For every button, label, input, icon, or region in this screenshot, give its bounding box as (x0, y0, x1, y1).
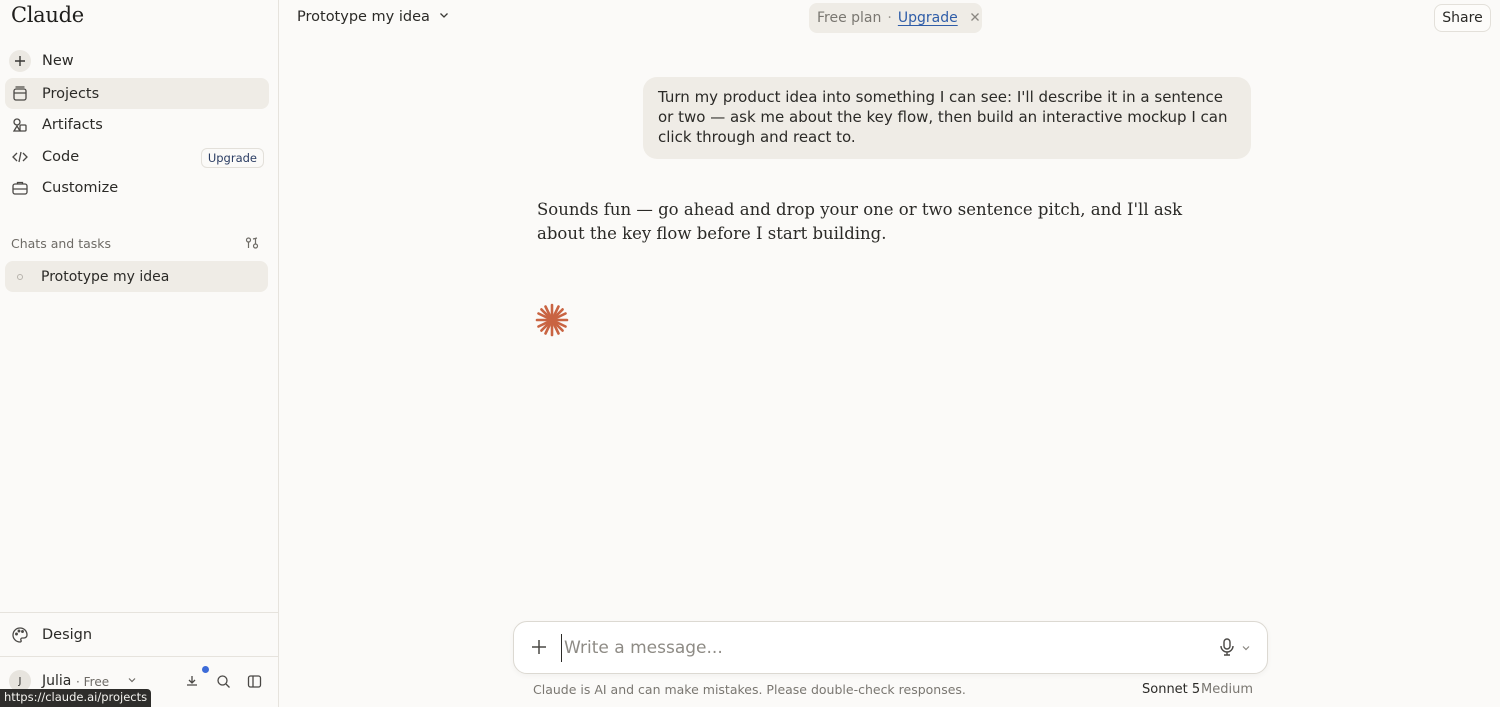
assistant-message: Sounds fun — go ahead and drop your one … (537, 200, 1183, 243)
sidebar-item-customize[interactable]: Customize (5, 172, 269, 203)
sidebar-item-label: Projects (42, 85, 100, 102)
search-icon[interactable] (216, 674, 231, 693)
plan-label: Free plan (817, 10, 882, 26)
disclaimer-text: Claude is AI and can make mistakes. Plea… (533, 682, 966, 697)
close-icon[interactable] (970, 10, 980, 26)
plan-separator: · (887, 10, 892, 26)
sidebar-item-design[interactable]: Design (5, 620, 269, 649)
chevron-down-icon (438, 9, 450, 25)
chat-item-prototype[interactable]: Prototype my idea (5, 261, 268, 292)
chat-item-label: Prototype my idea (41, 268, 170, 285)
plan-banner: Free plan · Upgrade (809, 3, 982, 33)
sidebar: Claude New Projects Artifacts Code Upgra… (0, 0, 279, 707)
message-input[interactable] (561, 634, 1201, 662)
attach-plus-icon[interactable] (530, 638, 548, 660)
chevron-down-icon[interactable] (126, 674, 138, 690)
user-message: Turn my product idea into something I ca… (643, 77, 1251, 159)
chat-status-icon (17, 273, 23, 280)
projects-icon (9, 83, 31, 105)
sidebar-item-label: Customize (42, 179, 119, 196)
sidebar-item-label: New (42, 52, 74, 69)
code-icon (9, 146, 31, 168)
claude-spark-icon (535, 303, 569, 341)
share-button[interactable]: Share (1434, 4, 1491, 32)
code-upgrade-badge[interactable]: Upgrade (200, 148, 264, 168)
chats-section-label: Chats and tasks (11, 236, 112, 251)
sidebar-item-projects[interactable]: Projects (5, 78, 269, 109)
user-name: Julia (42, 673, 72, 689)
chevron-down-icon[interactable] (1241, 641, 1251, 657)
status-url-tooltip: https://claude.ai/projects (0, 689, 152, 707)
palette-icon (9, 624, 31, 646)
sidebar-item-label: Code (42, 148, 80, 165)
message-composer (513, 621, 1268, 674)
plus-icon (9, 49, 31, 72)
sidebar-item-code[interactable]: Code Upgrade (5, 141, 269, 172)
chat-title-menu[interactable]: Prototype my idea (297, 9, 450, 25)
sidebar-divider (0, 656, 279, 657)
claude-logo[interactable]: Claude (11, 3, 84, 27)
sidebar-item-label: Design (42, 626, 93, 643)
user-plan: · Free (76, 675, 110, 689)
sidebar-divider (0, 612, 279, 613)
download-icon[interactable] (185, 674, 199, 692)
artifacts-icon (9, 114, 31, 136)
filter-icon[interactable] (244, 235, 260, 255)
sidebar-item-new[interactable]: New (5, 45, 269, 76)
sidebar-item-artifacts[interactable]: Artifacts (5, 109, 269, 140)
model-selector[interactable]: Sonnet 5 (1142, 682, 1200, 697)
model-effort[interactable]: Medium (1201, 682, 1253, 697)
sidebar-item-label: Artifacts (42, 116, 103, 133)
notification-dot (202, 666, 209, 673)
microphone-icon[interactable] (1218, 637, 1236, 661)
chat-title: Prototype my idea (297, 9, 430, 25)
upgrade-link[interactable]: Upgrade (898, 10, 958, 26)
sidebar-toggle-icon[interactable] (247, 674, 262, 693)
briefcase-icon (9, 177, 31, 199)
